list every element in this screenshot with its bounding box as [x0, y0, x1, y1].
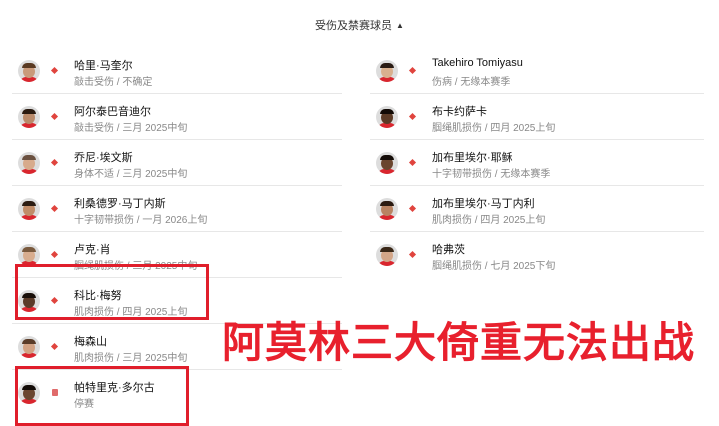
injury-icon — [408, 66, 417, 75]
player-name: 卢克·肖 — [74, 244, 111, 256]
player-row[interactable]: 哈里·马奎尔敲击受伤 / 不确定 — [12, 48, 342, 93]
player-name: 乔尼·埃文斯 — [74, 152, 133, 164]
player-avatar — [376, 152, 398, 174]
player-avatar — [376, 244, 398, 266]
player-name: 梅森山 — [74, 336, 107, 348]
highlight-box-mainoo — [15, 264, 209, 320]
player-name: 加布里埃尔·马丁内利 — [432, 198, 535, 210]
player-name: 加布里埃尔·耶稣 — [432, 152, 513, 164]
player-avatar — [18, 244, 40, 266]
injury-icon — [50, 112, 59, 121]
injury-icon — [50, 158, 59, 167]
player-row[interactable]: 加布里埃尔·耶稣十字韧带损伤 / 无缘本赛季 — [370, 139, 704, 185]
player-name: 哈里·马奎尔 — [74, 60, 133, 72]
injury-icon — [50, 204, 59, 213]
player-name: 布卡约萨卡 — [432, 106, 487, 118]
injury-icon — [408, 250, 417, 259]
player-row[interactable]: 加布里埃尔·马丁内利 肌肉损伤 / 四月 2025上旬 — [370, 185, 704, 231]
player-status: 腘绳肌损伤 / 七月 2025下旬 — [432, 261, 556, 272]
player-avatar — [18, 336, 40, 358]
injury-icon — [408, 204, 417, 213]
injury-icon — [408, 112, 417, 121]
player-avatar — [18, 60, 40, 82]
caret-up-icon: ▲ — [396, 21, 404, 30]
player-row[interactable]: 布卡约萨卡腘绳肌损伤 / 四月 2025上旬 — [370, 93, 704, 139]
header-title: 受伤及禁赛球员 — [315, 20, 393, 32]
player-name: 利桑德罗·马丁内斯 — [74, 198, 166, 210]
player-avatar — [376, 106, 398, 128]
player-row[interactable]: 哈弗茨腘绳肌损伤 / 七月 2025下旬 — [370, 231, 704, 277]
player-row[interactable]: 阿尔泰巴音迪尔敲击受伤 / 三月 2025中旬 — [12, 93, 342, 139]
player-avatar — [376, 198, 398, 220]
player-row[interactable]: 利桑德罗·马丁内斯十字韧带损伤 / 一月 2026上旬 — [12, 185, 342, 231]
player-name: Takehiro Tomiyasu — [432, 57, 523, 69]
player-status: 敲击受伤 / 三月 2025中旬 — [74, 123, 188, 134]
injury-icon — [50, 66, 59, 75]
player-status: 敲击受伤 / 不确定 — [74, 77, 153, 88]
injury-icon — [50, 342, 59, 351]
player-name: 哈弗茨 — [432, 244, 465, 256]
player-row[interactable]: Takehiro Tomiyasu 伤病 / 无缘本赛季 — [370, 48, 704, 93]
player-status: 十字韧带损伤 / 一月 2026上旬 — [74, 215, 208, 226]
right-player-list: Takehiro Tomiyasu 伤病 / 无缘本赛季 布卡约萨卡腘绳肌损伤 / … — [370, 48, 704, 277]
overlay-caption: 阿莫林三大倚重无法出战 — [222, 318, 696, 367]
injury-icon — [50, 250, 59, 259]
injuries-header[interactable]: 受伤及禁赛球员 ▲ — [0, 18, 719, 34]
player-status: 十字韧带损伤 / 无缘本赛季 — [432, 169, 551, 180]
player-avatar — [18, 106, 40, 128]
player-status: 身体不适 / 三月 2025中旬 — [74, 169, 188, 180]
player-row[interactable]: 乔尼·埃文斯身体不适 / 三月 2025中旬 — [12, 139, 342, 185]
player-avatar — [18, 198, 40, 220]
player-avatar — [18, 152, 40, 174]
highlight-box-dorgu — [15, 366, 189, 426]
player-name: 阿尔泰巴音迪尔 — [74, 106, 151, 118]
player-status: 肌肉损伤 / 三月 2025中旬 — [74, 353, 188, 364]
player-status: 肌肉损伤 / 四月 2025上旬 — [432, 215, 546, 226]
player-status: 伤病 / 无缘本赛季 — [432, 77, 511, 88]
player-avatar — [376, 60, 398, 82]
player-status: 腘绳肌损伤 / 四月 2025上旬 — [432, 123, 556, 134]
injury-icon — [408, 158, 417, 167]
